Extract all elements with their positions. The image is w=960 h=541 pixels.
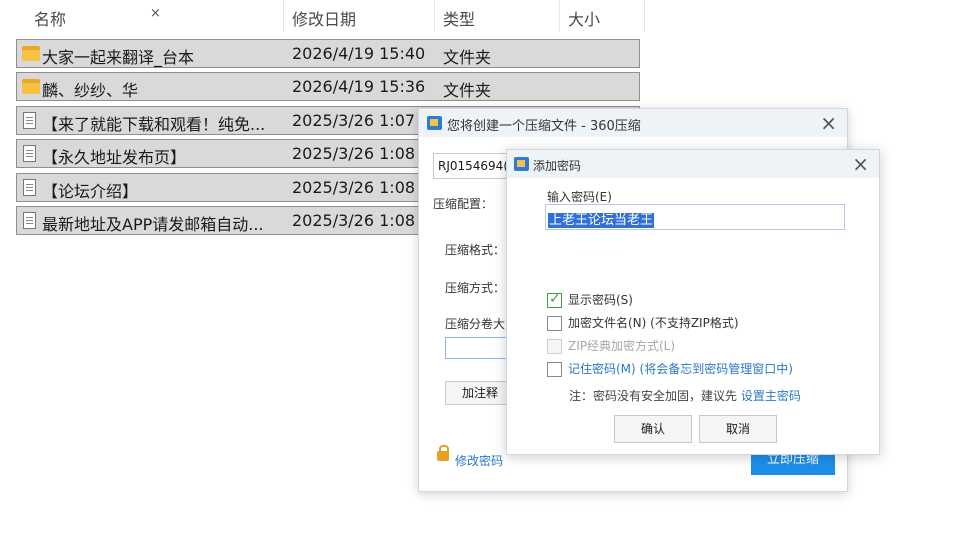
cancel-button[interactable]: 取消 (699, 415, 777, 443)
column-modified-header[interactable]: 修改日期 (292, 6, 356, 30)
remember-password-label: 记住密码(M) (将会备忘到密码管理窗口中) (568, 362, 793, 376)
password-dialog-title: 添加密码 (533, 159, 582, 173)
document-icon (23, 145, 36, 162)
zip-classic-option: ZIP经典加密方式(L) (547, 337, 675, 354)
column-divider[interactable] (644, 0, 645, 32)
file-date: 2025/3/26 1:08 (292, 144, 416, 163)
document-icon (23, 212, 36, 229)
set-master-password-link[interactable]: 设置主密码 (741, 389, 801, 403)
encrypt-filenames-option[interactable]: 加密文件名(N) (不支持ZIP格式) (547, 314, 739, 331)
split-size-label: 压缩分卷大 (445, 317, 506, 331)
compress-method-label: 压缩方式： (445, 281, 506, 295)
file-type: 文件夹 (443, 81, 492, 100)
split-size-input[interactable] (445, 337, 515, 359)
folder-icon (22, 46, 40, 61)
modify-password-link[interactable]: 修改密码 (455, 452, 503, 469)
security-note-text: 注：密码没有安全加固，建议先 (569, 389, 738, 403)
column-divider[interactable] (559, 0, 560, 32)
password-input-label: 输入密码(E) (547, 190, 612, 204)
column-size-header[interactable]: 大小 (568, 6, 600, 30)
file-name: 【永久地址发布页】 (42, 148, 187, 167)
ok-button[interactable]: 确认 (614, 415, 692, 443)
zip-classic-checkbox (547, 339, 562, 354)
add-password-dialog: 添加密码 × 输入密码(E) 上老王论坛当老王 显示密码(S) 加密文件名(N)… (506, 149, 880, 455)
compress-config-label: 压缩配置： (433, 197, 494, 211)
compress-dialog-titlebar[interactable]: 您将创建一个压缩文件 - 360压缩 × (419, 109, 847, 137)
file-date: 2025/3/26 1:07 (292, 111, 416, 130)
close-icon[interactable]: × (820, 111, 837, 135)
archive-filename-input[interactable]: RJ0154694( (433, 153, 513, 179)
file-date: 2025/3/26 1:08 (292, 211, 416, 230)
document-icon (23, 112, 36, 129)
encrypt-filenames-label: 加密文件名(N) (不支持ZIP格式) (568, 316, 739, 330)
column-name-header[interactable]: 名称 (34, 6, 66, 30)
file-name: 麟、纱纱、华 (42, 81, 139, 100)
app-360zip-icon (427, 116, 442, 130)
app-360zip-icon (514, 157, 529, 171)
file-row[interactable]: 大家一起来翻译_台本 2026/4/19 15:40 文件夹 (16, 39, 640, 68)
zip-classic-label: ZIP经典加密方式(L) (568, 339, 676, 353)
remember-password-checkbox[interactable] (547, 362, 562, 377)
file-row[interactable]: 麟、纱纱、华 2026/4/19 15:36 文件夹 (16, 72, 640, 101)
compress-format-label: 压缩格式： (445, 243, 506, 257)
file-date: 2026/4/19 15:40 (292, 44, 426, 63)
folder-icon (22, 79, 40, 94)
file-name: 【来了就能下载和观看！纯免... (42, 115, 266, 134)
close-icon[interactable]: × (852, 152, 869, 176)
security-note: 注：密码没有安全加固，建议先 设置主密码 (569, 387, 801, 404)
column-header-bar: 名称 × 修改日期 类型 大小 (0, 0, 645, 34)
remember-password-option[interactable]: 记住密码(M) (将会备忘到密码管理窗口中) (547, 360, 793, 377)
password-dialog-titlebar[interactable]: 添加密码 × (507, 150, 879, 178)
compress-dialog-title: 您将创建一个压缩文件 - 360压缩 (447, 119, 641, 134)
password-input[interactable]: 上老王论坛当老王 (545, 204, 845, 230)
show-password-checkbox[interactable] (547, 291, 562, 308)
encrypt-filenames-checkbox[interactable] (547, 316, 562, 331)
file-type: 文件夹 (443, 48, 492, 67)
column-type-header[interactable]: 类型 (443, 6, 475, 30)
file-name: 【论坛介绍】 (42, 182, 139, 201)
column-divider[interactable] (283, 0, 284, 32)
document-icon (23, 179, 36, 196)
file-date: 2026/4/19 15:36 (292, 77, 426, 96)
add-comment-button[interactable]: 加注释 (445, 381, 515, 405)
file-date: 2025/3/26 1:08 (292, 178, 416, 197)
show-password-label: 显示密码(S) (568, 293, 633, 307)
column-divider[interactable] (434, 0, 435, 32)
show-password-option[interactable]: 显示密码(S) (547, 291, 633, 308)
password-selected-text: 上老王论坛当老王 (548, 213, 655, 228)
file-name: 最新地址及APP请发邮箱自动... (42, 215, 264, 234)
close-icon[interactable]: × (150, 6, 161, 21)
lock-icon (437, 445, 449, 461)
file-name: 大家一起来翻译_台本 (42, 48, 195, 67)
